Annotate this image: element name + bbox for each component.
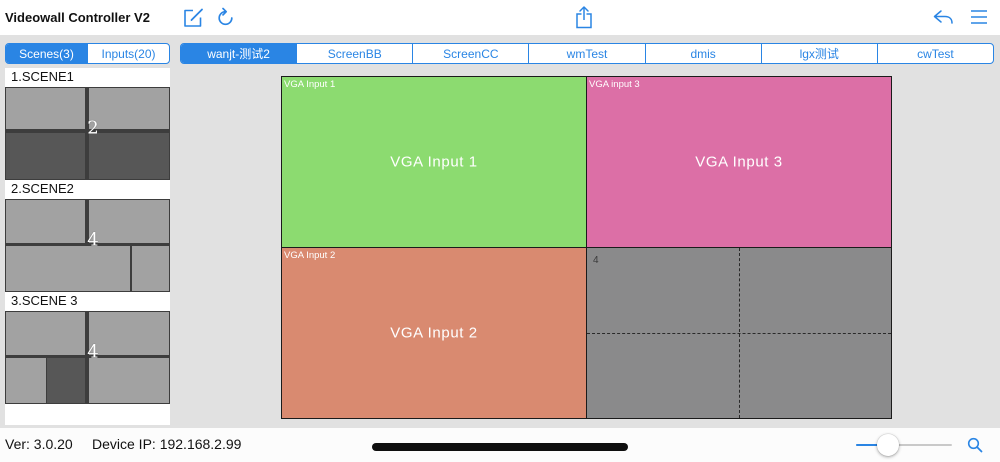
tab-screen[interactable]: cwTest	[876, 44, 993, 63]
zoom-slider[interactable]	[856, 434, 952, 456]
tab-screen[interactable]: lgx测试	[760, 44, 877, 63]
version-label: Ver: 3.0.20	[5, 436, 73, 452]
refresh-icon[interactable]	[216, 7, 236, 27]
scene-item[interactable]: 1.SCENE1 2	[5, 68, 170, 180]
share-icon[interactable]	[574, 5, 594, 29]
window-vga-input-1[interactable]: VGA Input 1 VGA Input 1	[282, 77, 586, 247]
window-source-tag: VGA input 3	[589, 79, 640, 90]
screen-group-number: 4	[593, 255, 599, 266]
home-indicator[interactable]	[372, 443, 628, 451]
thumb-window	[6, 312, 85, 355]
app-title: Videowall Controller V2	[5, 10, 150, 25]
scene-window-count: 4	[87, 229, 99, 251]
tab-screen[interactable]: dmis	[644, 44, 761, 63]
reply-icon[interactable]	[932, 9, 954, 25]
scene-item[interactable]: 2.SCENE2 4	[5, 180, 170, 292]
scene-window-count: 2	[87, 117, 99, 139]
thumb-window	[89, 88, 169, 129]
tab-screen[interactable]: wanjt-测试2	[181, 44, 297, 63]
compose-icon[interactable]	[182, 6, 204, 28]
thumb-empty-area	[47, 358, 85, 403]
tab-screen[interactable]: wmTest	[528, 44, 644, 63]
scene-name: 2.SCENE2	[11, 181, 74, 196]
top-bar: Videowall Controller V2	[0, 0, 1000, 35]
thumb-window	[89, 312, 169, 355]
tab-screen[interactable]: ScreenBB	[296, 44, 412, 63]
empty-screen-area[interactable]: 4	[587, 248, 891, 418]
scene-name: 1.SCENE1	[11, 69, 74, 84]
scene-thumbnail[interactable]: 4	[5, 199, 170, 292]
scene-item[interactable]: 3.SCENE 3 4	[5, 292, 170, 404]
window-vga-input-3[interactable]: VGA input 3 VGA Input 3	[587, 77, 891, 247]
thumb-window	[132, 246, 169, 291]
status-bar: Ver: 3.0.20 Device IP: 192.168.2.99	[0, 428, 1000, 462]
scene-name: 3.SCENE 3	[11, 293, 78, 308]
search-icon[interactable]	[967, 437, 983, 453]
thumb-window	[6, 358, 46, 403]
window-title: VGA Input 3	[695, 153, 783, 171]
screen-tabs: wanjt-测试2 ScreenBB ScreenCC wmTest dmis …	[180, 43, 994, 64]
thumb-window	[89, 200, 169, 243]
screen-divider-horizontal	[587, 333, 891, 334]
tab-scenes[interactable]: Scenes(3)	[6, 44, 87, 63]
thumb-window	[89, 358, 169, 403]
tab-screen[interactable]: ScreenCC	[412, 44, 528, 63]
scene-window-count: 4	[87, 341, 99, 363]
scene-thumbnail[interactable]: 4	[5, 311, 170, 404]
window-title: VGA Input 1	[390, 153, 478, 171]
thumb-window	[6, 200, 85, 243]
scene-thumbnail[interactable]: 2	[5, 87, 170, 180]
zoom-slider-thumb[interactable]	[876, 434, 899, 456]
thumb-window	[6, 246, 130, 291]
thumb-window	[6, 88, 85, 129]
video-wall-canvas[interactable]: VGA Input 1 VGA Input 1 VGA input 3 VGA …	[281, 76, 892, 419]
scene-list[interactable]: 1.SCENE1 2 2.SCENE2 4 3.SCENE 3 4	[5, 68, 170, 425]
thumb-empty-area	[89, 133, 169, 179]
scenes-inputs-switch: Scenes(3) Inputs(20)	[5, 43, 170, 64]
window-title: VGA Input 2	[390, 324, 478, 342]
window-source-tag: VGA Input 1	[284, 79, 336, 90]
window-vga-input-2[interactable]: VGA Input 2 VGA Input 2	[282, 248, 586, 418]
menu-icon[interactable]	[970, 9, 988, 25]
window-source-tag: VGA Input 2	[284, 250, 336, 261]
thumb-empty-area	[6, 133, 85, 179]
tab-inputs[interactable]: Inputs(20)	[87, 44, 169, 63]
device-ip-label: Device IP: 192.168.2.99	[92, 436, 242, 452]
